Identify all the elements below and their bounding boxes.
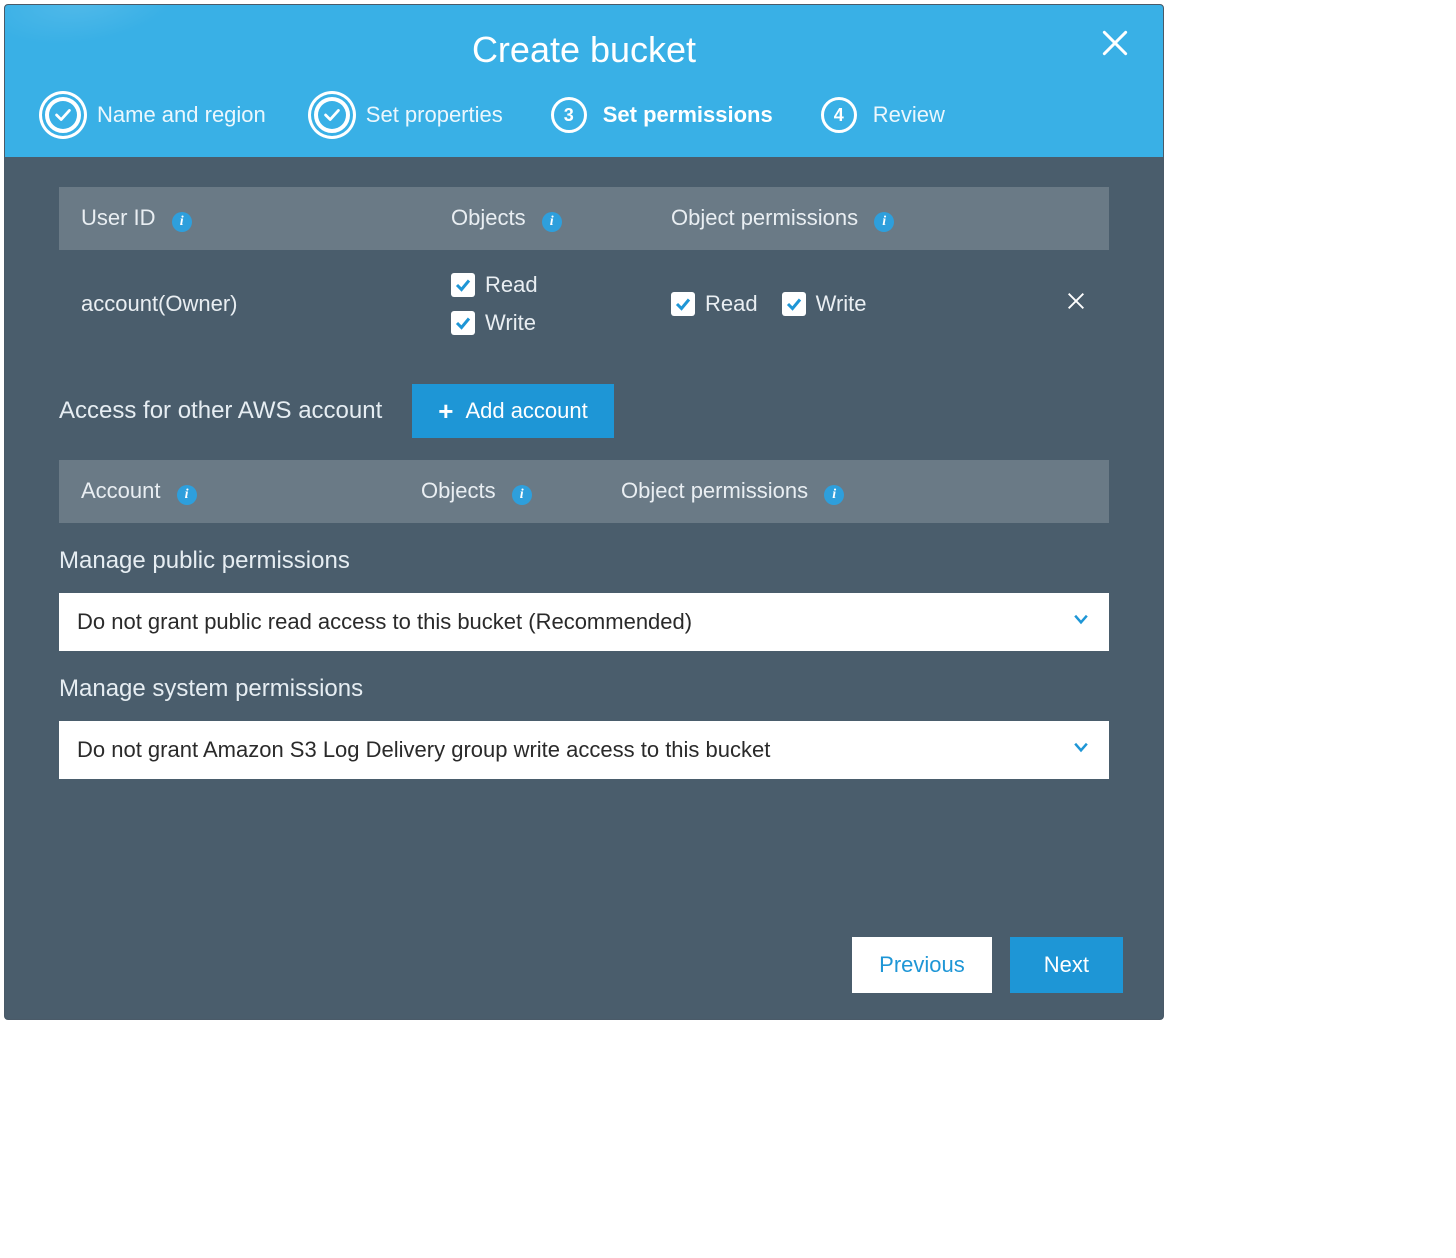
next-button[interactable]: Next xyxy=(1010,937,1123,993)
objects-write-checkbox[interactable]: Write xyxy=(451,310,671,336)
checkbox-label: Read xyxy=(485,272,538,298)
previous-button[interactable]: Previous xyxy=(852,937,992,993)
modal-header: Create bucket Name and region Set proper… xyxy=(5,5,1163,157)
step-number-icon: 4 xyxy=(821,97,857,133)
checkmark-icon xyxy=(785,295,803,313)
chevron-down-icon xyxy=(1071,609,1091,635)
checkmark-icon xyxy=(454,276,472,294)
owner-row: account(Owner) Read Write xyxy=(59,250,1109,358)
modal-body[interactable]: User ID i Objects i Object permissions i… xyxy=(5,157,1163,917)
public-permissions-select[interactable]: Do not grant public read access to this … xyxy=(59,593,1109,651)
checkbox-label: Write xyxy=(816,291,867,317)
public-permissions-title: Manage public permissions xyxy=(59,547,1109,575)
step-set-properties[interactable]: Set properties xyxy=(314,97,503,133)
step-number-icon: 3 xyxy=(551,97,587,133)
checkmark-icon xyxy=(454,314,472,332)
info-icon[interactable]: i xyxy=(874,212,894,232)
select-value: Do not grant public read access to this … xyxy=(77,609,692,635)
close-icon xyxy=(1065,290,1087,312)
modal-footer: Previous Next xyxy=(5,917,1163,1019)
step-label: Name and region xyxy=(97,102,266,128)
column-object-permissions: Object permissions xyxy=(621,478,808,503)
button-label: Add account xyxy=(465,398,587,424)
column-objects: Objects xyxy=(451,205,526,230)
step-set-permissions[interactable]: 3 Set permissions xyxy=(551,97,773,133)
close-icon xyxy=(1099,27,1131,59)
perm-write-checkbox[interactable]: Write xyxy=(782,291,867,317)
checkmark-icon xyxy=(674,295,692,313)
wizard-steps: Name and region Set properties 3 Set per… xyxy=(5,97,1163,157)
plus-icon: + xyxy=(438,398,453,424)
info-icon[interactable]: i xyxy=(824,485,844,505)
owner-user-id: account(Owner) xyxy=(81,291,451,317)
objects-read-checkbox[interactable]: Read xyxy=(451,272,671,298)
close-button[interactable] xyxy=(1099,27,1139,67)
system-permissions-title: Manage system permissions xyxy=(59,675,1109,703)
perm-read-checkbox[interactable]: Read xyxy=(671,291,758,317)
select-value: Do not grant Amazon S3 Log Delivery grou… xyxy=(77,737,770,763)
checkbox-label: Write xyxy=(485,310,536,336)
create-bucket-modal: Create bucket Name and region Set proper… xyxy=(4,4,1164,1020)
check-icon xyxy=(314,97,350,133)
modal-title: Create bucket xyxy=(5,23,1163,97)
step-review[interactable]: 4 Review xyxy=(821,97,945,133)
column-objects: Objects xyxy=(421,478,496,503)
checkbox-label: Read xyxy=(705,291,758,317)
info-icon[interactable]: i xyxy=(177,485,197,505)
system-permissions-select[interactable]: Do not grant Amazon S3 Log Delivery grou… xyxy=(59,721,1109,779)
step-label: Set properties xyxy=(366,102,503,128)
column-account: Account xyxy=(81,478,161,503)
info-icon[interactable]: i xyxy=(542,212,562,232)
step-label: Set permissions xyxy=(603,102,773,128)
add-account-button[interactable]: + Add account xyxy=(412,384,614,438)
info-icon[interactable]: i xyxy=(172,212,192,232)
column-object-permissions: Object permissions xyxy=(671,205,858,230)
column-user-id: User ID xyxy=(81,205,156,230)
modal-body-wrap: User ID i Objects i Object permissions i… xyxy=(5,157,1163,917)
step-name-and-region[interactable]: Name and region xyxy=(45,97,266,133)
other-accounts-table-header: Account i Objects i Object permissions i xyxy=(59,460,1109,523)
check-icon xyxy=(45,97,81,133)
other-accounts-section: Access for other AWS account + Add accou… xyxy=(59,384,1109,438)
step-label: Review xyxy=(873,102,945,128)
info-icon[interactable]: i xyxy=(512,485,532,505)
chevron-down-icon xyxy=(1071,737,1091,763)
other-accounts-label: Access for other AWS account xyxy=(59,397,382,425)
remove-row-button[interactable] xyxy=(1065,292,1087,317)
owner-table-header: User ID i Objects i Object permissions i xyxy=(59,187,1109,250)
